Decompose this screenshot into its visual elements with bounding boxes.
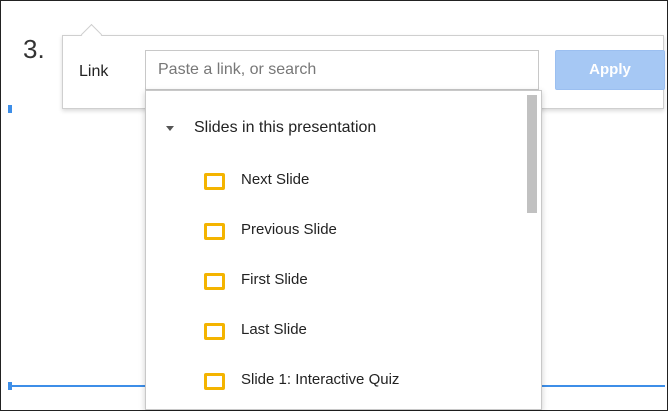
slide-option-label: Previous Slide — [241, 221, 337, 238]
slide-option-last[interactable]: Last Slide — [204, 319, 399, 369]
slide-list: Next Slide Previous Slide First Slide La… — [204, 169, 400, 409]
link-suggestions-dropdown: Slides in this presentation Next Slide P… — [145, 90, 542, 410]
caret-down-icon — [166, 125, 174, 131]
link-input[interactable] — [145, 50, 539, 90]
apply-button[interactable]: Apply — [555, 50, 665, 90]
slide-icon — [204, 373, 225, 390]
section-label: Slides in this presentation — [194, 119, 377, 136]
link-label: Link — [79, 63, 109, 80]
slide-icon — [204, 173, 225, 190]
slide-icon — [204, 223, 225, 240]
slide-option-label: Last Slide — [241, 321, 307, 338]
list-number: 3. — [23, 34, 45, 64]
scrollbar-thumb[interactable] — [527, 95, 537, 213]
slide-option-slide-1[interactable]: Slide 1: Interactive Quiz — [204, 369, 400, 409]
slide-option-previous[interactable]: Previous Slide — [204, 219, 399, 269]
section-header-slides[interactable]: Slides in this presentation — [166, 117, 376, 139]
slide-option-next[interactable]: Next Slide — [204, 169, 399, 219]
slide-icon — [204, 323, 225, 340]
slide-option-label: First Slide — [241, 271, 308, 288]
slide-icon — [204, 273, 225, 290]
slide-option-label: Slide 1: Interactive Quiz — [241, 371, 400, 388]
selection-handle-top[interactable] — [8, 105, 12, 113]
slide-option-label: Next Slide — [241, 171, 310, 188]
slide-option-first[interactable]: First Slide — [204, 269, 399, 319]
